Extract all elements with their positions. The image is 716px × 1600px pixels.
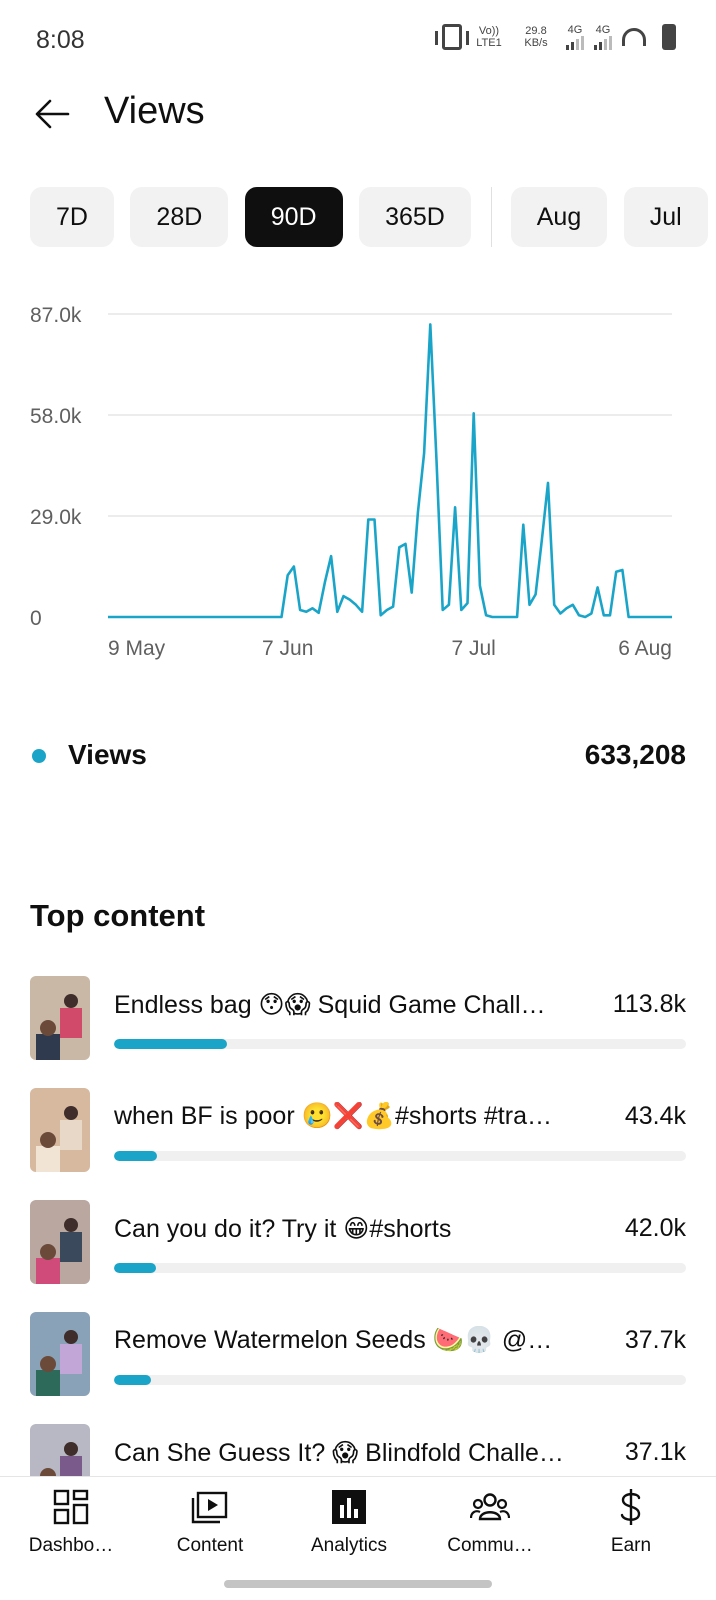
nav-label: Commu… [447,1535,533,1556]
dollar-icon [620,1489,641,1525]
views-share-bar [114,1375,686,1385]
content-views: 43.4k [624,1102,686,1130]
nav-analytics[interactable]: Analytics [284,1487,414,1557]
views-share-bar [114,1263,686,1273]
metric-total: 633,208 [584,739,686,770]
volte-indicator: Vo)) LTE1 [476,25,502,49]
x-tick-label: 7 Jul [451,637,495,660]
back-button[interactable] [30,90,78,138]
content-title: Can you do it? Try it 😁#shorts [114,1215,452,1243]
chip-aug[interactable]: Aug [510,187,608,247]
chip-divider [491,187,493,247]
nav-label: Content [176,1535,244,1556]
status-bar: 8:08 Vo)) LTE1 29.8 KB/s 4G 4G [0,0,716,80]
app-header: Views [0,80,716,152]
content-title: Endless bag 😯😱 Squid Game Chall… [114,991,546,1019]
content-item[interactable]: Endless bag 😯😱 Squid Game Chall… 113.8k [30,976,686,1088]
content-views: 37.7k [624,1326,686,1354]
video-thumbnail [30,976,90,1060]
chip-jul[interactable]: Jul [623,187,708,247]
content-views: 113.8k [612,990,686,1018]
views-series-line [108,323,672,619]
arrow-left-icon [35,99,70,129]
content-item[interactable]: Can She Guess It? 😱 Blindfold Challe… 37… [30,1424,686,1476]
page-title: Views [104,90,205,132]
content-title: Can She Guess It? 😱 Blindfold Challe… [114,1439,564,1467]
metric-summary: Views 633,208 [30,735,686,775]
y-tick-label: 87.0k [30,304,82,327]
y-tick-label: 29.0k [30,506,82,529]
video-thumbnail [30,1312,90,1396]
chip-365d[interactable]: 365D [359,187,471,247]
top-content-list: Endless bag 😯😱 Squid Game Chall… 113.8k … [30,976,686,1476]
y-tick-label: 58.0k [30,405,82,428]
metric-label: Views [68,739,147,770]
dashboard-icon [53,1489,89,1525]
signal-icon-2: 4G [594,24,612,50]
signal-icon-1: 4G [566,24,584,50]
chip-28d[interactable]: 28D [130,187,229,247]
video-thumbnail [30,1088,90,1172]
network-type-2: 4G [595,24,611,36]
wifi-icon [622,28,646,46]
nav-dashboard[interactable]: Dashbo… [6,1487,136,1557]
video-thumbnail [30,1424,90,1476]
content-item[interactable]: when BF is poor 🥲❌💰#shorts #tra… 43.4k [30,1088,686,1200]
home-indicator [224,1580,492,1588]
x-tick-label: 6 Aug [618,637,672,660]
content-play-icon [191,1491,228,1524]
legend-dot [32,749,46,763]
network-speed: 29.8 KB/s [524,25,548,49]
top-content-title: Top content [30,898,206,933]
chip-90d[interactable]: 90D [244,187,343,247]
date-range-chips: 7D 28D 90D 365D Aug Jul [30,187,716,247]
video-thumbnail [30,1200,90,1284]
views-share-bar [114,1039,686,1049]
analytics-icon [332,1490,366,1524]
content-title: Remove Watermelon Seeds 🍉💀 @… [114,1326,553,1354]
y-tick-label: 0 [30,607,42,630]
vibrate-icon [435,24,469,50]
status-time: 8:08 [36,26,85,54]
views-share-fill [114,1039,227,1049]
views-share-fill [114,1263,156,1273]
content-title: when BF is poor 🥲❌💰#shorts #tra… [114,1102,552,1130]
views-share-bar [114,1151,686,1161]
content-item[interactable]: Remove Watermelon Seeds 🍉💀 @… 37.7k [30,1312,686,1424]
content-item[interactable]: Can you do it? Try it 😁#shorts 42.0k [30,1200,686,1312]
network-type-1: 4G [567,24,583,36]
views-line-chart: 87.0k 58.0k 29.0k 0 9 May 7 Jun 7 Jul 6 Aug [30,304,672,660]
battery-icon [662,24,676,50]
nav-label: Analytics [310,1535,388,1556]
x-tick-label: 9 May [108,637,166,660]
nav-community[interactable]: Commu… [425,1487,555,1557]
nav-content[interactable]: Content [145,1487,275,1557]
nav-label: Earn [610,1535,652,1556]
community-icon [470,1493,510,1521]
nav-label: Dashbo… [28,1535,114,1556]
views-share-fill [114,1375,152,1385]
content-views: 42.0k [624,1214,686,1242]
views-chart: 87.0k 58.0k 29.0k 0 9 May 7 Jun 7 Jul 6 Aug [0,290,716,690]
x-tick-label: 7 Jun [262,637,313,660]
status-icons: Vo)) LTE1 29.8 KB/s 4G 4G [435,24,676,50]
content-views: 37.1k [624,1438,686,1466]
nav-earn[interactable]: Earn [566,1487,696,1557]
chip-7d[interactable]: 7D [30,187,114,247]
views-share-fill [114,1151,157,1161]
